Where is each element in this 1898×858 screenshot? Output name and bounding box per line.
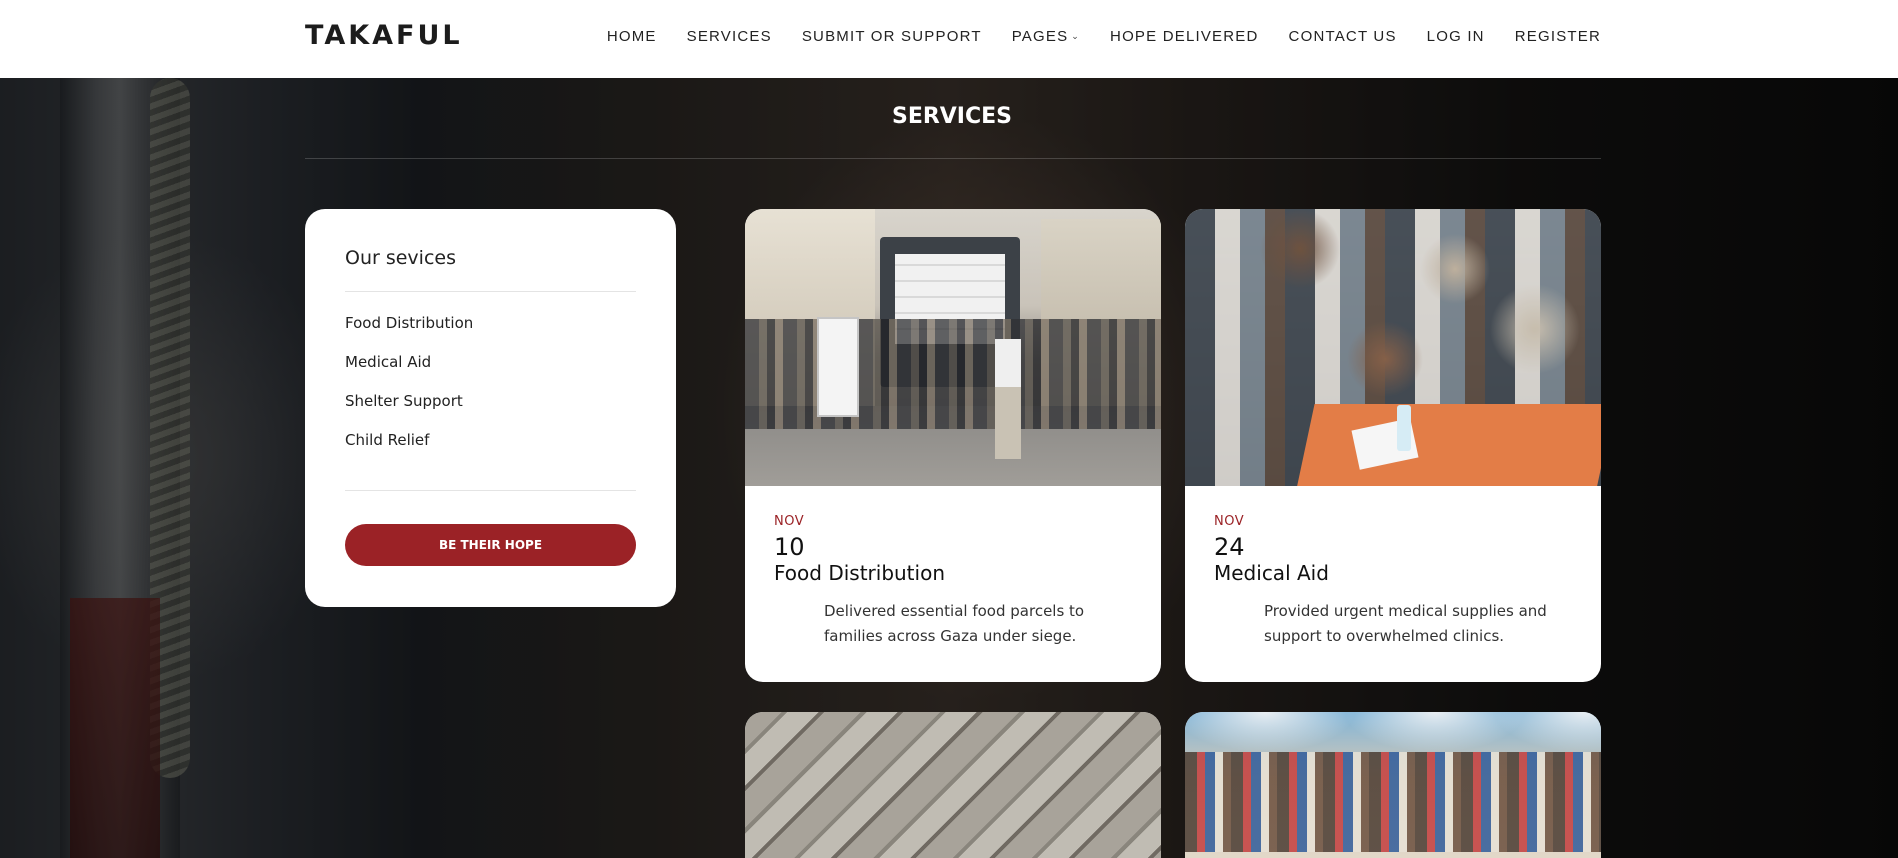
- card-day: 24: [1214, 533, 1245, 561]
- card-title[interactable]: Medical Aid: [1214, 561, 1572, 585]
- sidebar-item-child-relief[interactable]: Child Relief: [345, 431, 636, 470]
- nav-pages-label: PAGES: [1011, 28, 1069, 45]
- nav-services[interactable]: SERVICES: [687, 28, 772, 45]
- nav-log-in[interactable]: LOG IN: [1427, 28, 1485, 45]
- card-month: NOV: [774, 514, 805, 529]
- be-their-hope-button[interactable]: BE THEIR HOPE: [345, 524, 636, 566]
- main-nav: HOME SERVICES SUBMIT OR SUPPORT PAGES ⌄ …: [607, 28, 1601, 45]
- card-body: NOV 10 Food Distribution Delivered essen…: [745, 486, 1161, 682]
- medical-aid-photo: [1185, 209, 1601, 486]
- sidebar-title: Our sevices: [345, 247, 456, 269]
- sidebar-divider: [345, 490, 636, 491]
- nav-home[interactable]: HOME: [607, 28, 657, 45]
- nav-register[interactable]: REGISTER: [1515, 28, 1601, 45]
- service-card-medical-aid[interactable]: NOV 24 Medical Aid Provided urgent medic…: [1185, 209, 1601, 682]
- card-month: NOV: [1214, 514, 1245, 529]
- food-distribution-photo: [745, 209, 1161, 486]
- title-divider: [305, 158, 1601, 159]
- sidebar-list: Food Distribution Medical Aid Shelter Su…: [345, 292, 636, 490]
- card-body: NOV 24 Medical Aid Provided urgent medic…: [1185, 486, 1601, 682]
- nav-submit-or-support[interactable]: SUBMIT OR SUPPORT: [802, 28, 982, 45]
- nav-contact-us[interactable]: CONTACT US: [1289, 28, 1397, 45]
- sidebar-item-food-distribution[interactable]: Food Distribution: [345, 314, 636, 353]
- card-day: 10: [774, 533, 805, 561]
- site-logo[interactable]: TAKAFUL: [305, 20, 463, 51]
- chevron-down-icon: ⌄: [1071, 31, 1081, 41]
- nav-hope-delivered[interactable]: HOPE DELIVERED: [1110, 28, 1259, 45]
- service-card-food-distribution[interactable]: NOV 10 Food Distribution Delivered essen…: [745, 209, 1161, 682]
- child-relief-photo: [1185, 712, 1601, 858]
- shelter-tents-photo: [745, 712, 1161, 858]
- card-description: Delivered essential food parcels to fami…: [824, 602, 1085, 645]
- service-card-child-relief[interactable]: [1185, 712, 1601, 858]
- sidebar-item-medical-aid[interactable]: Medical Aid: [345, 353, 636, 392]
- service-card-shelter[interactable]: [745, 712, 1161, 858]
- nav-pages[interactable]: PAGES ⌄: [1012, 28, 1080, 45]
- site-header: TAKAFUL HOME SERVICES SUBMIT OR SUPPORT …: [0, 0, 1898, 78]
- card-description: Provided urgent medical supplies and sup…: [1264, 602, 1547, 645]
- card-title[interactable]: Food Distribution: [774, 561, 1132, 585]
- services-sidebar: Our sevices Food Distribution Medical Ai…: [305, 209, 676, 607]
- sidebar-item-shelter-support[interactable]: Shelter Support: [345, 392, 636, 431]
- page-title: SERVICES: [891, 104, 1013, 129]
